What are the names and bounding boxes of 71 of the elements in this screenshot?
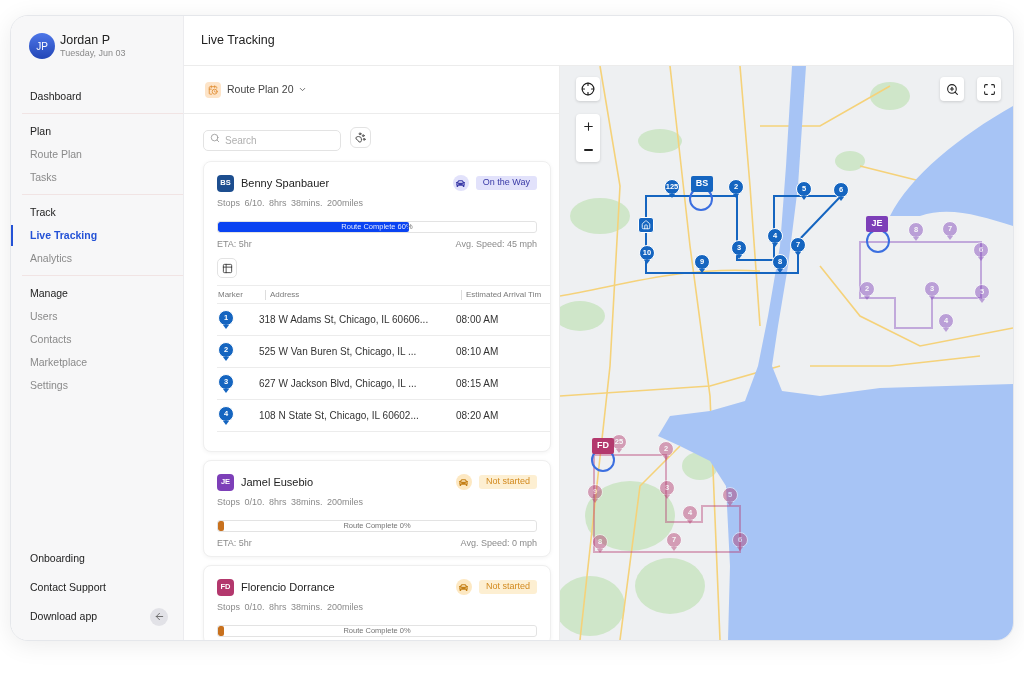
car-icon — [452, 175, 469, 191]
eta-text: ETA: 5hr — [217, 538, 252, 549]
arrival-time-cell-text: 08:10 AM — [456, 345, 500, 359]
route-stats: Stops 0/10. 8hrs 38mins. 200miles — [217, 497, 365, 508]
column-header: Estimated Arrival Tim — [466, 290, 542, 299]
car-icon — [455, 579, 472, 595]
search-field[interactable]: Search — [203, 130, 341, 151]
nav-section-title: Plan — [29, 123, 52, 139]
route-stats: Stops 6/10. 8hrs 38mins. 200miles — [217, 198, 365, 209]
table-icon — [221, 262, 233, 274]
user-date: Tuesday, Jun 03 — [60, 48, 126, 59]
eta-text: ETA: 5hr — [217, 239, 252, 250]
route-plan-dropdown[interactable]: Route Plan 20 — [205, 81, 307, 98]
nav-item[interactable]: Analytics — [11, 247, 183, 270]
page-title: Live Tracking — [201, 32, 275, 50]
address-cell-text: 108 N State St, Chicago, IL 60602... — [259, 409, 420, 423]
minus-icon — [583, 149, 593, 151]
fullscreen-icon — [982, 82, 996, 96]
nav-item[interactable]: Users — [11, 305, 183, 328]
nav-section-title: Track — [29, 204, 57, 220]
driver-name: Benny Spanbauer — [241, 175, 330, 191]
driver-name: Florencio Dorrance — [241, 579, 335, 595]
column-header: Marker — [218, 290, 243, 299]
address-cell-text: 627 W Jackson Blvd, Chicago, IL ... — [259, 377, 418, 391]
nav-item[interactable]: Settings — [11, 374, 183, 397]
nav-item[interactable]: Live Tracking — [11, 224, 183, 247]
address-cell-text: 318 W Adams St, Chicago, IL 60606... — [259, 313, 430, 327]
arrival-time-cell-text: 08:20 AM — [456, 409, 500, 423]
fullscreen-button[interactable] — [977, 77, 1001, 101]
nav-section-title: Manage — [29, 285, 69, 301]
driver-map-label[interactable]: BS — [691, 176, 713, 192]
car-icon — [455, 474, 472, 490]
nav-item[interactable]: Dashboard — [11, 85, 183, 108]
chevron-down-icon — [297, 85, 307, 94]
address-cell-text: 525 W Van Buren St, Chicago, IL ... — [259, 345, 418, 359]
locate-button[interactable] — [576, 77, 600, 101]
magnifier-icon — [945, 82, 959, 96]
nav-item[interactable]: Route Plan — [11, 143, 183, 166]
status-badge: Not started — [478, 580, 537, 594]
driver-card[interactable] — [203, 161, 551, 452]
nav-item[interactable]: Onboarding — [30, 550, 85, 567]
nav-item[interactable]: Contacts — [11, 328, 183, 351]
table-view-button[interactable] — [217, 258, 237, 278]
arrow-left-icon — [153, 611, 165, 622]
avg-speed-text: Avg. Speed: 45 mph — [455, 239, 537, 250]
nav-item[interactable]: Marketplace — [11, 351, 183, 374]
nav-item[interactable]: Tasks — [11, 166, 183, 189]
nav-item[interactable]: Contact Support — [30, 579, 106, 596]
arrival-time-cell-text: 08:00 AM — [456, 313, 500, 327]
calendar-icon — [205, 81, 221, 98]
user-avatar: JP — [29, 33, 55, 59]
search-icon — [210, 132, 220, 143]
collapse-sidebar-button[interactable] — [150, 607, 168, 626]
filter-button[interactable] — [350, 127, 371, 148]
house-marker-icon[interactable] — [638, 217, 654, 233]
zoom-search-button[interactable] — [940, 77, 964, 101]
status-badge: On the Way — [475, 176, 537, 190]
nav-item[interactable]: Download app — [30, 608, 98, 625]
user-name: Jordan P — [60, 33, 112, 48]
crosshair-icon — [581, 82, 595, 96]
route-stats: Stops 0/10. 8hrs 38mins. 200miles — [217, 602, 365, 613]
arrival-time-cell-text: 08:15 AM — [456, 377, 500, 391]
location-ring-icon — [866, 229, 890, 253]
driver-name: Jamel Eusebio — [241, 474, 314, 490]
plus-icon — [581, 119, 595, 133]
column-header: Address — [270, 290, 300, 299]
avg-speed-text: Avg. Speed: 0 mph — [460, 538, 537, 549]
driver-map-label[interactable]: FD — [592, 438, 614, 454]
paw-print-icon — [355, 132, 366, 143]
status-badge: Not started — [478, 475, 537, 489]
driver-map-label[interactable]: JE — [866, 216, 888, 232]
